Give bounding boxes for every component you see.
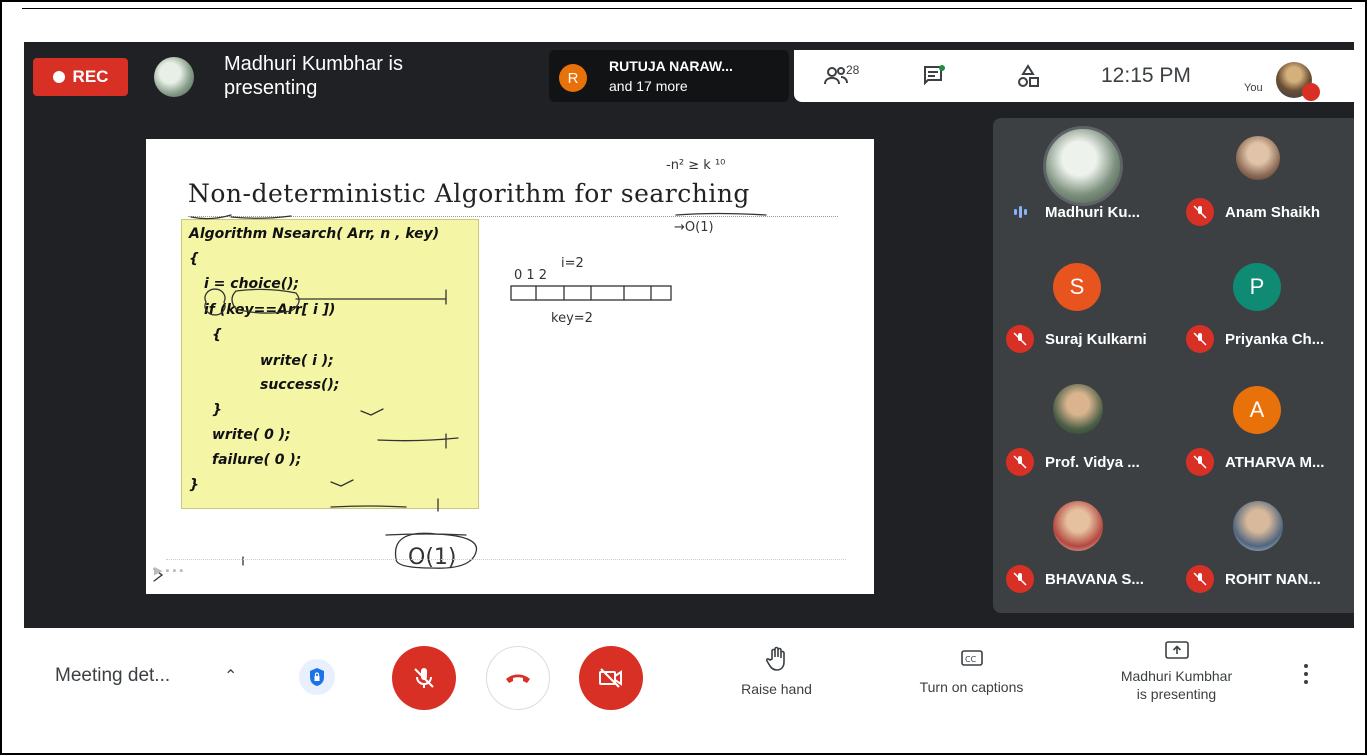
participant-avatar xyxy=(1236,136,1280,180)
mic-off-button[interactable] xyxy=(392,646,456,710)
participant-chip-more: and 17 more xyxy=(609,78,688,94)
slide-bottom-divider xyxy=(166,559,846,560)
presenting-label-line2: is presenting xyxy=(1136,686,1217,702)
handwriting-overlay: -n² ≥ k ¹⁰ →O(1) 0 1 2 i=2 key=2 O(1) xyxy=(153,158,767,582)
you-label: You xyxy=(1244,82,1263,94)
shield-icon[interactable] xyxy=(299,659,335,695)
top-border-line xyxy=(22,8,1352,9)
mic-off-icon xyxy=(1186,198,1214,226)
people-icon xyxy=(824,67,848,85)
captions-label: Turn on captions xyxy=(919,679,1024,695)
hw-big-o: O(1) xyxy=(408,545,456,570)
self-muted-icon xyxy=(1302,83,1320,101)
hw-i-eq: i=2 xyxy=(561,256,584,271)
captions-button[interactable]: CC Turn on captions xyxy=(894,646,1049,695)
meeting-details-button[interactable]: Meeting det... xyxy=(55,665,170,687)
speaking-indicator-icon xyxy=(1006,200,1034,224)
raise-hand-label: Raise hand xyxy=(741,681,812,697)
present-screen-icon xyxy=(1164,641,1189,659)
screenshot-frame: REC Madhuri Kumbhar is presenting R RUTU… xyxy=(0,0,1367,755)
more-options-icon[interactable] xyxy=(1304,664,1310,688)
participant-name: Madhuri Ku... xyxy=(1045,204,1140,221)
captions-icon: CC xyxy=(960,650,983,666)
participant-avatar: P xyxy=(1233,263,1281,311)
participant-avatar xyxy=(1043,126,1123,206)
mic-off-icon xyxy=(1186,448,1214,476)
hw-top-right: -n² ≥ k ¹⁰ xyxy=(666,158,725,173)
participant-avatar xyxy=(1053,384,1103,434)
hw-key: key=2 xyxy=(551,311,593,326)
participant-tile[interactable]: Anam Shaikh xyxy=(1173,118,1353,241)
mic-off-icon xyxy=(1186,565,1214,593)
participant-chip-name: RUTUJA NARAW... xyxy=(609,58,733,74)
presenting-status: Madhuri Kumbhar is presenting xyxy=(224,52,524,100)
people-count: 28 xyxy=(846,63,860,77)
participant-name: ROHIT NAN... xyxy=(1225,571,1321,588)
participant-name: Prof. Vidya ... xyxy=(1045,454,1140,471)
participant-name: BHAVANA S... xyxy=(1045,571,1144,588)
mic-off-icon xyxy=(1006,565,1034,593)
hang-up-icon xyxy=(506,674,530,683)
presenter-avatar xyxy=(154,57,194,97)
chat-icon xyxy=(924,65,945,86)
participant-name: Anam Shaikh xyxy=(1225,204,1321,221)
participant-avatar: A xyxy=(1233,386,1281,434)
mic-off-icon xyxy=(414,668,434,688)
top-right-toolbar: 28 12:15 PM You xyxy=(794,50,1354,102)
record-dot-icon xyxy=(52,71,65,83)
participant-chip[interactable]: R RUTUJA NARAW... and 17 more xyxy=(549,50,789,102)
presentation-slide: Non-deterministic Algorithm for searchin… xyxy=(146,139,874,594)
hw-under-title: →O(1) xyxy=(674,220,714,235)
participant-chip-avatar: R xyxy=(559,64,587,92)
participant-tile[interactable]: ROHIT NAN... xyxy=(1173,487,1353,610)
camera-off-icon xyxy=(599,668,622,688)
hw-array-index: 0 1 2 xyxy=(514,268,547,283)
participant-avatar: S xyxy=(1053,263,1101,311)
participant-tile[interactable]: Prof. Vidya ... xyxy=(993,364,1173,487)
leave-call-button[interactable] xyxy=(486,646,550,710)
participants-grid: Madhuri Ku... Anam Shaikh S Suraj Kulkar… xyxy=(993,118,1354,613)
participant-avatar xyxy=(1053,501,1103,551)
mic-off-icon xyxy=(1006,325,1034,353)
participant-tile[interactable]: A ATHARVA M... xyxy=(1173,364,1353,487)
clock: 12:15 PM xyxy=(1101,64,1191,87)
svg-text:CC: CC xyxy=(965,655,977,664)
people-button[interactable] xyxy=(824,50,848,102)
recording-badge: REC xyxy=(33,58,128,96)
activities-icon xyxy=(1018,64,1039,87)
meet-stage: REC Madhuri Kumbhar is presenting R RUTU… xyxy=(24,42,1354,628)
presenting-line2: presenting xyxy=(224,77,318,99)
presenting-button[interactable]: Madhuri Kumbhar is presenting xyxy=(1094,640,1259,702)
participant-tile[interactable]: S Suraj Kulkarni xyxy=(993,241,1173,364)
participant-tile[interactable]: BHAVANA S... xyxy=(993,487,1173,610)
recording-label: REC xyxy=(72,67,109,86)
presenting-line1: Madhuri Kumbhar is xyxy=(224,53,403,75)
camera-off-button[interactable] xyxy=(579,646,643,710)
mic-off-icon xyxy=(1186,325,1214,353)
slide-controls-icon[interactable]: ▶ ▪ ▪ ▪ xyxy=(154,564,183,577)
chevron-up-icon[interactable]: ⌃ xyxy=(224,666,237,686)
participant-tile[interactable]: P Priyanka Ch... xyxy=(1173,241,1353,364)
mic-off-icon xyxy=(1006,448,1034,476)
hand-icon xyxy=(765,646,785,671)
participant-name: Priyanka Ch... xyxy=(1225,331,1325,348)
chat-button[interactable] xyxy=(922,50,946,102)
bottom-control-bar: Meeting det... ⌃ Raise hand CC Turn on c… xyxy=(24,628,1354,728)
participant-name: Suraj Kulkarni xyxy=(1045,331,1147,348)
raise-hand-button[interactable]: Raise hand xyxy=(724,646,829,697)
participant-avatar xyxy=(1233,501,1283,551)
participant-name: ATHARVA M... xyxy=(1225,454,1325,471)
participant-tile[interactable]: Madhuri Ku... xyxy=(993,118,1173,241)
presenting-label-line1: Madhuri Kumbhar xyxy=(1120,668,1233,684)
activities-button[interactable] xyxy=(1016,50,1040,102)
